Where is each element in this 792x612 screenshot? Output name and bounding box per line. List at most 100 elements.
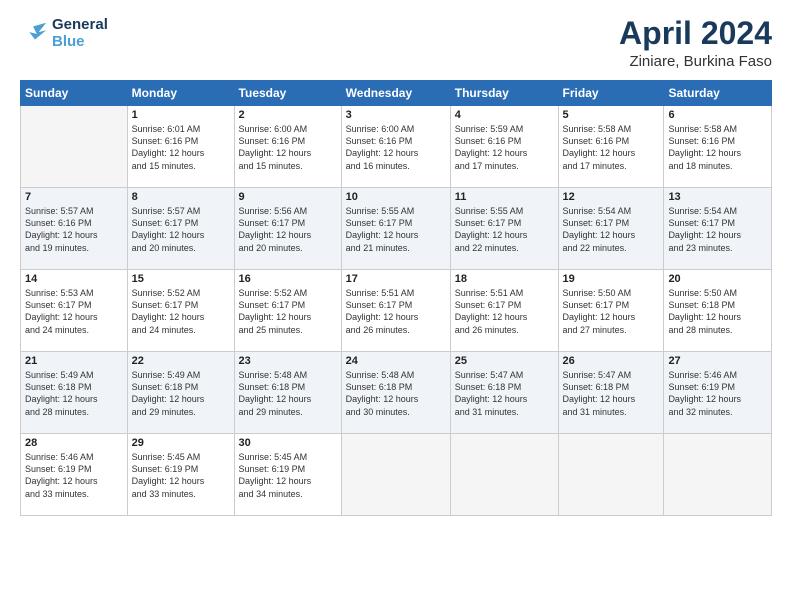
- table-row: 25 Sunrise: 5:47 AMSunset: 6:18 PMDayligh…: [450, 352, 558, 434]
- day-number: 10: [346, 191, 446, 203]
- day-number: 23: [239, 355, 337, 367]
- table-row: 4Sunrise: 5:59 AMSunset: 6:16 PMDaylight…: [450, 106, 558, 188]
- table-row: 21Sunrise: 5:49 AMSunset: 6:18 PMDayligh…: [21, 352, 128, 434]
- day-info: Sunrise: 5:49 AMSunset: 6:18 PMDaylight:…: [132, 369, 230, 418]
- day-number: 8: [132, 191, 230, 203]
- col-saturday: Saturday: [664, 81, 772, 106]
- table-row: 9Sunrise: 5:56 AMSunset: 6:17 PMDaylight…: [234, 188, 341, 270]
- page: General Blue April 2024 Ziniare, Burkina…: [0, 0, 792, 612]
- day-number: 4: [455, 109, 554, 121]
- calendar-week-row: 1 Sunrise: 6:01 AMSunset: 6:16 PMDaylight…: [21, 106, 772, 188]
- logo: General Blue: [20, 16, 108, 51]
- day-info: Sunrise: 5:58 AMSunset: 6:16 PMDaylight:…: [563, 123, 660, 172]
- day-number: 9: [239, 191, 337, 203]
- day-number: 21: [25, 355, 123, 367]
- day-number: 14: [25, 273, 123, 285]
- header: General Blue April 2024 Ziniare, Burkina…: [20, 16, 772, 70]
- col-monday: Monday: [127, 81, 234, 106]
- day-number: 27: [668, 355, 767, 367]
- calendar-week-row: 7 Sunrise: 5:57 AMSunset: 6:16 PMDaylight…: [21, 188, 772, 270]
- month-title: April 2024: [619, 16, 772, 51]
- day-info: Sunrise: 5:52 AMSunset: 6:17 PMDaylight:…: [239, 287, 337, 336]
- col-tuesday: Tuesday: [234, 81, 341, 106]
- table-row: 30 Sunrise: 5:45 AMSunset: 6:19 PMDayligh…: [234, 434, 341, 516]
- day-info: Sunrise: 5:48 AMSunset: 6:18 PMDaylight:…: [239, 369, 337, 418]
- day-info: Sunrise: 5:48 AMSunset: 6:18 PMDaylight:…: [346, 369, 446, 418]
- day-info: Sunrise: 5:52 AMSunset: 6:17 PMDaylight:…: [132, 287, 230, 336]
- day-number: 1: [132, 109, 230, 121]
- day-number: 26: [563, 355, 660, 367]
- day-number: 6: [668, 109, 767, 121]
- day-info: Sunrise: 5:46 AMSunset: 6:19 PMDaylight:…: [668, 369, 767, 418]
- day-info: Sunrise: 6:00 AMSunset: 6:16 PMDaylight:…: [239, 123, 337, 172]
- table-row: 13Sunrise: 5:54 AMSunset: 6:17 PMDayligh…: [664, 188, 772, 270]
- table-row: 19 Sunrise: 5:50 AMSunset: 6:17 PMDayligh…: [558, 270, 664, 352]
- day-info: Sunrise: 5:55 AMSunset: 6:17 PMDaylight:…: [455, 205, 554, 254]
- table-row: 17Sunrise: 5:51 AMSunset: 6:17 PMDayligh…: [341, 270, 450, 352]
- day-info: Sunrise: 6:01 AMSunset: 6:16 PMDaylight:…: [132, 123, 230, 172]
- day-info: Sunrise: 5:55 AMSunset: 6:17 PMDaylight:…: [346, 205, 446, 254]
- table-row: [664, 434, 772, 516]
- table-row: 11Sunrise: 5:55 AMSunset: 6:17 PMDayligh…: [450, 188, 558, 270]
- day-info: Sunrise: 5:47 AMSunset: 6:18 PMDaylight:…: [563, 369, 660, 418]
- table-row: 5 Sunrise: 5:58 AMSunset: 6:16 PMDaylight…: [558, 106, 664, 188]
- day-number: 3: [346, 109, 446, 121]
- table-row: [558, 434, 664, 516]
- calendar-table: Sunday Monday Tuesday Wednesday Thursday…: [20, 80, 772, 516]
- col-sunday: Sunday: [21, 81, 128, 106]
- table-row: 26 Sunrise: 5:47 AMSunset: 6:18 PMDayligh…: [558, 352, 664, 434]
- day-number: 22: [132, 355, 230, 367]
- day-number: 25: [455, 355, 554, 367]
- table-row: [341, 434, 450, 516]
- day-info: Sunrise: 5:57 AMSunset: 6:17 PMDaylight:…: [132, 205, 230, 254]
- table-row: [450, 434, 558, 516]
- location: Ziniare, Burkina Faso: [619, 53, 772, 70]
- day-number: 20: [668, 273, 767, 285]
- day-info: Sunrise: 5:54 AMSunset: 6:17 PMDaylight:…: [563, 205, 660, 254]
- calendar-week-row: 14 Sunrise: 5:53 AMSunset: 6:17 PMDayligh…: [21, 270, 772, 352]
- table-row: [21, 106, 128, 188]
- col-thursday: Thursday: [450, 81, 558, 106]
- day-number: 15: [132, 273, 230, 285]
- table-row: 1 Sunrise: 6:01 AMSunset: 6:16 PMDaylight…: [127, 106, 234, 188]
- table-row: 29Sunrise: 5:45 AMSunset: 6:19 PMDayligh…: [127, 434, 234, 516]
- day-number: 7: [25, 191, 123, 203]
- table-row: 14 Sunrise: 5:53 AMSunset: 6:17 PMDayligh…: [21, 270, 128, 352]
- table-row: 24 Sunrise: 5:48 AMSunset: 6:18 PMDayligh…: [341, 352, 450, 434]
- day-info: Sunrise: 5:53 AMSunset: 6:17 PMDaylight:…: [25, 287, 123, 336]
- day-info: Sunrise: 5:45 AMSunset: 6:19 PMDaylight:…: [239, 451, 337, 500]
- table-row: 6 Sunrise: 5:58 AMSunset: 6:16 PMDaylight…: [664, 106, 772, 188]
- day-info: Sunrise: 5:50 AMSunset: 6:17 PMDaylight:…: [563, 287, 660, 336]
- table-row: 27 Sunrise: 5:46 AMSunset: 6:19 PMDayligh…: [664, 352, 772, 434]
- day-number: 24: [346, 355, 446, 367]
- day-info: Sunrise: 5:47 AMSunset: 6:18 PMDaylight:…: [455, 369, 554, 418]
- day-number: 19: [563, 273, 660, 285]
- table-row: 15 Sunrise: 5:52 AMSunset: 6:17 PMDayligh…: [127, 270, 234, 352]
- day-info: Sunrise: 5:58 AMSunset: 6:16 PMDaylight:…: [668, 123, 767, 172]
- table-row: 3 Sunrise: 6:00 AMSunset: 6:16 PMDaylight…: [341, 106, 450, 188]
- day-number: 18: [455, 273, 554, 285]
- day-number: 29: [132, 437, 230, 449]
- table-row: 10 Sunrise: 5:55 AMSunset: 6:17 PMDayligh…: [341, 188, 450, 270]
- table-row: 12 Sunrise: 5:54 AMSunset: 6:17 PMDayligh…: [558, 188, 664, 270]
- table-row: 18Sunrise: 5:51 AMSunset: 6:17 PMDayligh…: [450, 270, 558, 352]
- calendar-week-row: 21 Sunrise: 5:49 AMSunset: 6:18 PMDayligh…: [21, 352, 772, 434]
- day-number: 5: [563, 109, 660, 121]
- day-info: Sunrise: 5:46 AMSunset: 6:19 PMDaylight:…: [25, 451, 123, 500]
- day-number: 13: [668, 191, 767, 203]
- table-row: 7 Sunrise: 5:57 AMSunset: 6:16 PMDaylight…: [21, 188, 128, 270]
- day-number: 16: [239, 273, 337, 285]
- table-row: 28 Sunrise: 5:46 AMSunset: 6:19 PMDayligh…: [21, 434, 128, 516]
- day-number: 28: [25, 437, 123, 449]
- day-number: 30: [239, 437, 337, 449]
- table-row: 20 Sunrise: 5:50 AMSunset: 6:18 PMDayligh…: [664, 270, 772, 352]
- table-row: 2Sunrise: 6:00 AMSunset: 6:16 PMDaylight…: [234, 106, 341, 188]
- calendar-week-row: 28 Sunrise: 5:46 AMSunset: 6:19 PMDayligh…: [21, 434, 772, 516]
- day-info: Sunrise: 6:00 AMSunset: 6:16 PMDaylight:…: [346, 123, 446, 172]
- day-info: Sunrise: 5:50 AMSunset: 6:18 PMDaylight:…: [668, 287, 767, 336]
- table-row: 22 Sunrise: 5:49 AMSunset: 6:18 PMDayligh…: [127, 352, 234, 434]
- day-info: Sunrise: 5:57 AMSunset: 6:16 PMDaylight:…: [25, 205, 123, 254]
- day-info: Sunrise: 5:51 AMSunset: 6:17 PMDaylight:…: [346, 287, 446, 336]
- day-number: 12: [563, 191, 660, 203]
- table-row: 8 Sunrise: 5:57 AMSunset: 6:17 PMDaylight…: [127, 188, 234, 270]
